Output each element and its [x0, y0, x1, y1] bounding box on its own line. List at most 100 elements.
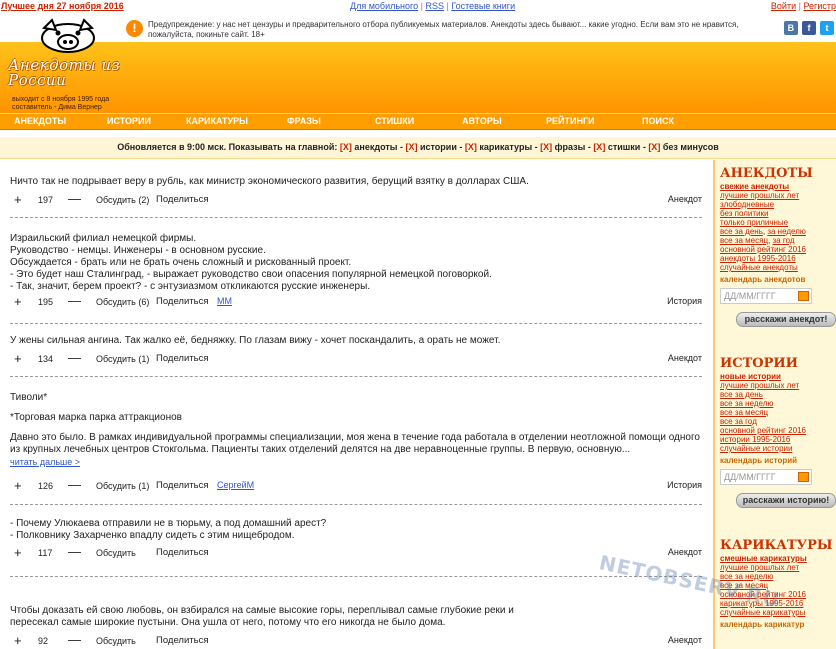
sidebar-link[interactable]: основной рейтинг 2016	[720, 426, 836, 435]
twitter-icon[interactable]: t	[820, 21, 834, 35]
sidebar-link[interactable]: истории 1995-2016	[720, 435, 836, 444]
toggle-istorii[interactable]: [X]	[405, 142, 417, 152]
sidebar-link[interactable]: все за неделю	[720, 572, 836, 581]
calendar-label: календарь анекдотов	[720, 275, 806, 284]
vote-down-button[interactable]: —	[68, 477, 81, 492]
post-category[interactable]: Анекдот	[668, 194, 702, 204]
sidebar-link[interactable]: без политики	[720, 209, 836, 218]
vote-up-button[interactable]: +	[14, 351, 22, 366]
nav-avtory[interactable]: АВТОРЫ	[462, 116, 502, 126]
toggle-frazy[interactable]: [X]	[540, 142, 552, 152]
nav-reitingi[interactable]: РЕЙТИНГИ	[546, 116, 595, 126]
nav-poisk[interactable]: ПОИСК	[642, 116, 674, 126]
vote-down-button[interactable]: —	[68, 350, 81, 365]
sidebar-link[interactable]: свежие анекдоты	[720, 182, 836, 191]
share-button[interactable]: Поделиться	[156, 353, 208, 364]
toggle-karikatury[interactable]: [X]	[465, 142, 477, 152]
author-link[interactable]: MM	[217, 296, 232, 306]
vote-down-button[interactable]: —	[68, 544, 81, 559]
post-category[interactable]: Анекдот	[668, 353, 702, 363]
post: - Почему Улюкаева отправили не в тюрьму,…	[10, 518, 327, 541]
sidebar-link[interactable]: все за месяц	[720, 408, 836, 417]
discuss-link[interactable]: Обсудить (1)	[96, 354, 149, 364]
sidebar-link[interactable]: все за день	[720, 227, 763, 236]
discuss-link[interactable]: Обсудить	[96, 548, 136, 558]
sidebar-link[interactable]: злободневные	[720, 200, 836, 209]
guestbook-link[interactable]: Гостевые книги	[451, 1, 515, 11]
sidebar-link[interactable]: лучшие прошлых лет	[720, 563, 836, 572]
toggle-anekdoty[interactable]: [X]	[340, 142, 352, 152]
sidebar-link[interactable]: основной рейтинг 2016	[720, 245, 836, 254]
discuss-link[interactable]: Обсудить (1)	[96, 481, 149, 491]
vote-up-button[interactable]: +	[14, 545, 22, 560]
date-input[interactable]: ДД/ММ/ГГГГ	[720, 288, 812, 304]
sidebar-karikatury: КАРИКАТУРЫ смешные карикатуры лучшие про…	[720, 538, 836, 629]
share-button[interactable]: Поделиться	[156, 480, 208, 491]
vote-down-button[interactable]: —	[68, 632, 81, 647]
vote-up-button[interactable]: +	[14, 633, 22, 648]
sidebar-link[interactable]: основной рейтинг 2016	[720, 590, 836, 599]
nav-anekdoty[interactable]: АНЕКДОТЫ	[14, 116, 66, 126]
login-link[interactable]: Войти	[771, 1, 796, 11]
nav-stishki[interactable]: СТИШКИ	[375, 116, 414, 126]
mobile-link[interactable]: Для мобильного	[350, 1, 418, 11]
best-of-day-link[interactable]: Лучшее дня 27 ноября 2016	[1, 0, 124, 12]
author-link[interactable]: СергейМ	[217, 480, 254, 490]
sidebar-link[interactable]: все за неделю	[720, 399, 836, 408]
sidebar-link[interactable]: анекдоты 1995-2016	[720, 254, 836, 263]
sidebar-section-title[interactable]: АНЕКДОТЫ	[720, 166, 836, 182]
sidebar-link[interactable]: смешные карикатуры	[720, 554, 836, 563]
post-actions: + 195 — Обсудить (6) Поделиться MM Истор…	[10, 293, 702, 310]
vote-up-button[interactable]: +	[14, 478, 22, 493]
discuss-link[interactable]: Обсудить (6)	[96, 297, 149, 307]
sidebar-link[interactable]: лучшие прошлых лет	[720, 381, 836, 390]
discuss-link[interactable]: Обсудить	[96, 636, 136, 646]
sidebar-link[interactable]: все за месяц	[720, 236, 768, 245]
vote-down-button[interactable]: —	[68, 191, 81, 206]
nav-karikatury[interactable]: КАРИКАТУРЫ	[186, 116, 248, 126]
tell-joke-button[interactable]: расскажи анекдот!	[736, 312, 836, 327]
sidebar-section-title[interactable]: КАРИКАТУРЫ	[720, 538, 836, 554]
post-category[interactable]: Анекдот	[668, 547, 702, 557]
read-more-link[interactable]: читать дальше >	[10, 457, 80, 467]
vote-up-button[interactable]: +	[14, 192, 22, 207]
post-actions: + 197 — Обсудить (2) Поделиться Анекдот	[10, 191, 702, 208]
tell-story-button[interactable]: расскажи историю!	[736, 493, 836, 508]
rss-link[interactable]: RSS	[425, 1, 444, 11]
vote-up-button[interactable]: +	[14, 294, 22, 309]
sidebar-link[interactable]: за неделю	[767, 227, 806, 236]
sidebar-link[interactable]: все за месяц	[720, 581, 836, 590]
nav-frazy[interactable]: ФРАЗЫ	[287, 116, 321, 126]
share-button[interactable]: Поделиться	[156, 547, 208, 558]
vk-icon[interactable]: В	[783, 21, 798, 35]
sidebar-link[interactable]: все за день	[720, 390, 836, 399]
share-button[interactable]: Поделиться	[156, 296, 208, 307]
toggle-stishki[interactable]: [X]	[593, 142, 605, 152]
sidebar-link[interactable]: новые истории	[720, 372, 836, 381]
sidebar-link[interactable]: случайные анекдоты	[720, 263, 836, 272]
sidebar-link[interactable]: лучшие прошлых лет	[720, 191, 836, 200]
sidebar-link[interactable]: только приличные	[720, 218, 836, 227]
toggle-bez-minusov[interactable]: [X]	[648, 142, 660, 152]
nav-istorii[interactable]: ИСТОРИИ	[107, 116, 151, 126]
vote-down-button[interactable]: —	[68, 293, 81, 308]
post-category[interactable]: История	[667, 480, 702, 490]
sidebar-link[interactable]: карикатуры 1995-2016	[720, 599, 836, 608]
sidebar-link[interactable]: все за год	[720, 417, 836, 426]
post-category[interactable]: Анекдот	[668, 635, 702, 645]
share-button[interactable]: Поделиться	[156, 194, 208, 205]
calendar-icon[interactable]	[798, 291, 809, 301]
sidebar-section-title[interactable]: ИСТОРИИ	[720, 356, 836, 372]
facebook-icon[interactable]: f	[801, 21, 816, 35]
share-button[interactable]: Поделиться	[156, 635, 208, 646]
vote-count: 92	[38, 636, 49, 646]
register-link[interactable]: Регистр	[803, 1, 836, 11]
sidebar-link[interactable]: за год	[773, 236, 795, 245]
sidebar-link[interactable]: случайные карикатуры	[720, 608, 836, 617]
calendar-icon[interactable]	[798, 472, 809, 482]
date-input[interactable]: ДД/ММ/ГГГГ	[720, 469, 812, 485]
discuss-link[interactable]: Обсудить (2)	[96, 195, 149, 205]
sidebar-link[interactable]: случайные истории	[720, 444, 836, 453]
post-category[interactable]: История	[667, 296, 702, 306]
site-logo[interactable]: Анекдоты из России выходит с 8 ноября 19…	[4, 18, 128, 111]
